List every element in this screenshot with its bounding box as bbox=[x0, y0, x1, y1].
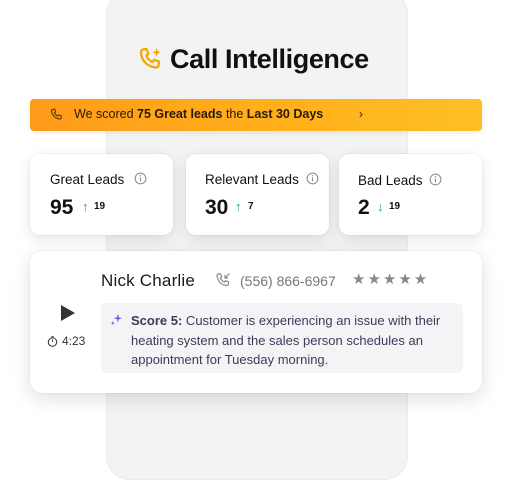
stat-delta: 19 bbox=[94, 201, 106, 212]
trend-up-icon: ↑ bbox=[82, 199, 89, 214]
caller-phone-number: (556) 866-6967 bbox=[240, 273, 336, 289]
chevron-right-icon[interactable]: › bbox=[359, 107, 363, 121]
summary-text: Score 5: Customer is experiencing an iss… bbox=[131, 313, 441, 367]
stat-card-bad-leads[interactable]: Bad Leads 2 ↓ 19 bbox=[339, 154, 482, 235]
caller-name: Nick Charlie bbox=[101, 271, 196, 290]
trend-up-icon: ↑ bbox=[235, 199, 242, 214]
call-duration: 4:23 bbox=[62, 334, 86, 348]
banner-period: Last 30 Days bbox=[246, 107, 324, 121]
rating-stars: ★★★★★ bbox=[352, 271, 430, 288]
banner-highlight: 75 Great leads bbox=[137, 107, 223, 121]
stat-delta: 19 bbox=[389, 201, 401, 212]
lead-score-banner[interactable]: We scored 75 Great leads the Last 30 Day… bbox=[30, 99, 482, 131]
stat-value: 30 bbox=[205, 196, 229, 219]
brand-name: Call Intelligence bbox=[170, 43, 369, 74]
info-icon[interactable] bbox=[306, 172, 319, 185]
stat-card-relevant-leads[interactable]: Relevant Leads 30 ↑ 7 bbox=[186, 154, 329, 235]
stat-value: 2 bbox=[358, 196, 370, 219]
score-label: Score 5: bbox=[131, 313, 183, 328]
info-icon[interactable] bbox=[134, 172, 147, 185]
banner-text: We scored 75 Great leads the Last 30 Day… bbox=[74, 107, 324, 121]
phone-icon bbox=[51, 108, 62, 120]
play-icon[interactable] bbox=[60, 304, 76, 322]
stat-title: Relevant Leads bbox=[205, 172, 299, 187]
call-record-card[interactable]: Nick Charlie (556) 866-6967 ★★★★★ 4:23 S… bbox=[30, 251, 482, 393]
stat-delta: 7 bbox=[248, 201, 254, 212]
incoming-call-icon bbox=[216, 273, 230, 287]
stat-value: 95 bbox=[50, 196, 74, 219]
sparkle-icon bbox=[110, 313, 123, 326]
trend-down-icon: ↓ bbox=[377, 199, 384, 214]
call-summary: Score 5: Customer is experiencing an iss… bbox=[101, 303, 463, 373]
timer-icon bbox=[47, 336, 58, 347]
info-icon[interactable] bbox=[429, 173, 442, 186]
stat-title: Great Leads bbox=[50, 172, 125, 187]
brand-logo: Call Intelligence bbox=[138, 42, 369, 76]
phone-sparkle-icon bbox=[139, 47, 161, 69]
stat-card-great-leads[interactable]: Great Leads 95 ↑ 19 bbox=[30, 154, 173, 235]
stat-title: Bad Leads bbox=[358, 173, 423, 188]
